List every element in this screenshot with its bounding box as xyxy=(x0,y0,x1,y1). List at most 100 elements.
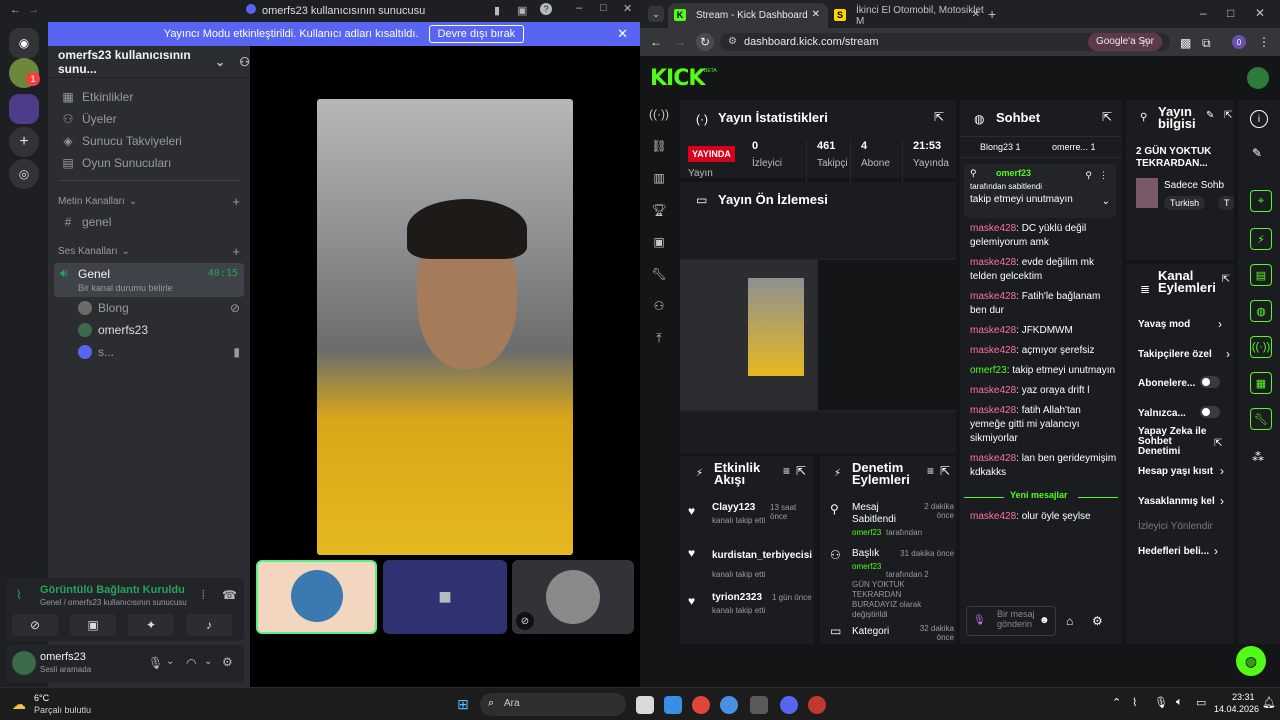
kick-logo[interactable]: KICK xyxy=(650,66,705,91)
unpin-icon[interactable]: ⚲ xyxy=(1085,170,1092,181)
chat-message[interactable]: maske428: JFKDMWM xyxy=(970,324,1118,338)
explore-icon[interactable]: ◎ xyxy=(9,159,39,189)
extension-icon[interactable]: ▩ xyxy=(1180,36,1191,50)
voice-member[interactable]: Blong ⊘ xyxy=(48,297,250,319)
server-header[interactable]: omerfs23 kullanıcısının sunu... ⌄ ⚇ xyxy=(48,46,250,78)
wrench-icon[interactable]: 🔧︎ xyxy=(648,263,670,285)
close-icon[interactable]: ✕ xyxy=(623,2,632,15)
minimize-icon[interactable]: – xyxy=(1200,6,1207,20)
chat-message[interactable]: maske428: fatih Allah'tan yemeğe gitti m… xyxy=(970,404,1118,446)
start-icon[interactable]: ⊞ xyxy=(455,696,471,712)
edit-icon[interactable]: ✎ xyxy=(1252,146,1262,160)
add-widget-icon[interactable]: ⁂ xyxy=(1252,450,1264,464)
minimize-icon[interactable]: – xyxy=(576,2,582,14)
pin-icon[interactable]: ▮ xyxy=(494,4,500,17)
bookmark-star-icon[interactable]: ☆ xyxy=(1140,36,1151,50)
reload-icon[interactable]: ↻ xyxy=(696,33,714,51)
invite-icon[interactable]: ⚇ xyxy=(239,55,250,69)
screen-share-button[interactable]: ▣ xyxy=(70,614,116,636)
profile-avatar[interactable]: 0 xyxy=(1232,35,1246,49)
close-tab-icon[interactable]: ✕ xyxy=(812,9,820,20)
gear-icon[interactable]: ⚙ xyxy=(1092,614,1103,628)
menu-boosts[interactable]: ◈ Sunucu Takviyeleri xyxy=(48,130,250,152)
support-chat-icon[interactable]: ◍ xyxy=(1236,646,1266,676)
chat-message[interactable]: maske428: evde değilim mk telden gelcekt… xyxy=(970,256,1118,284)
pinned-message[interactable]: ⚲ omerf23 tarafından sabitlendi takip et… xyxy=(964,164,1116,218)
menu-events[interactable]: ▦ Etkinlikler xyxy=(48,86,250,108)
info-icon[interactable]: i xyxy=(1250,110,1268,128)
obs-icon[interactable] xyxy=(808,696,826,714)
wrench-icon[interactable]: 🔧︎ xyxy=(1250,408,1272,430)
add-server-icon[interactable]: + xyxy=(9,127,39,157)
chevron-right-icon[interactable]: › xyxy=(1220,494,1224,508)
external-link-icon[interactable]: ⇱ xyxy=(1214,438,1222,449)
chat-tab[interactable]: omerre... 1 xyxy=(1052,142,1096,152)
upload-icon[interactable]: ⤒ xyxy=(648,327,670,349)
camera-video[interactable] xyxy=(317,99,573,555)
close-tab-icon[interactable]: ✕ xyxy=(972,9,980,20)
chevron-down-icon[interactable]: ⌄ xyxy=(204,656,212,667)
stream-icon[interactable]: ((·)) xyxy=(648,103,670,125)
action-followers-only[interactable]: Takipçilere özel xyxy=(1138,349,1212,360)
chat-username[interactable]: maske428 xyxy=(970,291,1016,302)
action-slow-mode[interactable]: Yavaş mod xyxy=(1138,319,1190,330)
chat-message[interactable]: maske428: yaz oraya drift l xyxy=(970,384,1118,398)
microphone-icon[interactable]: 🎙︎ xyxy=(1154,696,1168,709)
emoji-icon[interactable]: ☻ xyxy=(1039,615,1050,626)
app-icon[interactable] xyxy=(692,696,710,714)
menu-members[interactable]: ⚇ Üyeler xyxy=(48,108,250,130)
voice-channel-genel[interactable]: 🔊︎ Genel 40:15 Bir kanal durumu belirle xyxy=(54,263,244,297)
channel-genel[interactable]: # genel xyxy=(48,211,250,233)
discord-icon[interactable] xyxy=(780,696,798,714)
participant-tile-camera[interactable]: ■ xyxy=(383,560,507,634)
filter-icon[interactable]: ≡ xyxy=(783,464,790,478)
tab-otomobil[interactable]: S İkinci El Otomobil, Motosiklet M ✕ xyxy=(828,3,988,28)
expand-icon[interactable]: ⇱ xyxy=(1102,110,1112,124)
chevron-down-icon[interactable]: ⌄ xyxy=(1102,196,1110,207)
microphone-icon[interactable]: 🎙︎ xyxy=(148,656,163,670)
discord-home-icon[interactable]: ◉ xyxy=(9,28,39,58)
voice-member[interactable]: s... ▮ xyxy=(48,341,250,363)
lightning-icon[interactable]: ⚡︎ xyxy=(1250,228,1272,250)
chat-username[interactable]: maske428 xyxy=(970,345,1016,356)
analytics-icon[interactable]: ▥ xyxy=(648,167,670,189)
add-channel-icon[interactable]: + xyxy=(232,244,240,259)
network-icon[interactable]: ⌇ xyxy=(1132,696,1137,709)
voice-category[interactable]: Ses Kanalları ⌄ + xyxy=(48,241,250,261)
maximize-icon[interactable]: □ xyxy=(600,2,607,14)
toggle[interactable] xyxy=(1200,376,1220,388)
game-icon[interactable] xyxy=(750,696,768,714)
expand-icon[interactable]: ⇱ xyxy=(1222,274,1230,285)
headphones-icon[interactable]: ◠ xyxy=(186,656,196,670)
action-only[interactable]: Yalnızca... xyxy=(1138,408,1186,419)
file-explorer-icon[interactable] xyxy=(636,696,654,714)
chevron-right-icon[interactable]: › xyxy=(1214,544,1218,558)
noise-suppression-icon[interactable]: ⦙ xyxy=(202,588,205,603)
puzzle-icon[interactable]: ⧉ xyxy=(1202,36,1211,51)
new-tab-icon[interactable]: + xyxy=(988,6,996,22)
action-banned-words[interactable]: Yasaklanmış kel xyxy=(1138,496,1215,507)
close-icon[interactable]: ✕ xyxy=(1255,6,1265,20)
clock-time[interactable]: 23:31 xyxy=(1232,692,1255,702)
preview-video[interactable] xyxy=(680,258,956,412)
battery-icon[interactable]: ▭ xyxy=(1196,696,1206,709)
maximize-icon[interactable]: □ xyxy=(1227,6,1234,20)
notifications-icon[interactable]: 🔔︎ xyxy=(1262,696,1276,709)
chat-username[interactable]: maske428 xyxy=(970,453,1016,464)
chat-message[interactable]: maske428: açmıyor şerefsiz xyxy=(970,344,1118,358)
chevron-right-icon[interactable]: › xyxy=(1218,317,1222,331)
taskbar-search[interactable]: ⌕ Ara xyxy=(480,693,626,716)
edit-icon[interactable]: ✎ xyxy=(1206,110,1214,121)
participant-tile-self[interactable] xyxy=(256,560,377,634)
action-account-age[interactable]: Hesap yaşı kısıt xyxy=(1138,466,1213,477)
disconnect-icon[interactable]: ☎ xyxy=(222,588,237,602)
trophy-icon[interactable]: 🏆︎ xyxy=(648,199,670,221)
action-goals[interactable]: Hedefleri beli... xyxy=(1138,546,1209,557)
broadcast-icon[interactable]: ((·)) xyxy=(1250,336,1272,358)
voice-member[interactable]: omerfs23 xyxy=(48,319,250,341)
users-icon[interactable]: ⚇ xyxy=(648,295,670,317)
link-icon[interactable]: ⛓ xyxy=(648,135,670,157)
volume-icon[interactable]: 🔈︎ xyxy=(1176,696,1183,709)
user-avatar[interactable] xyxy=(1247,67,1269,89)
focus-icon[interactable]: ⌖ xyxy=(1250,190,1272,212)
